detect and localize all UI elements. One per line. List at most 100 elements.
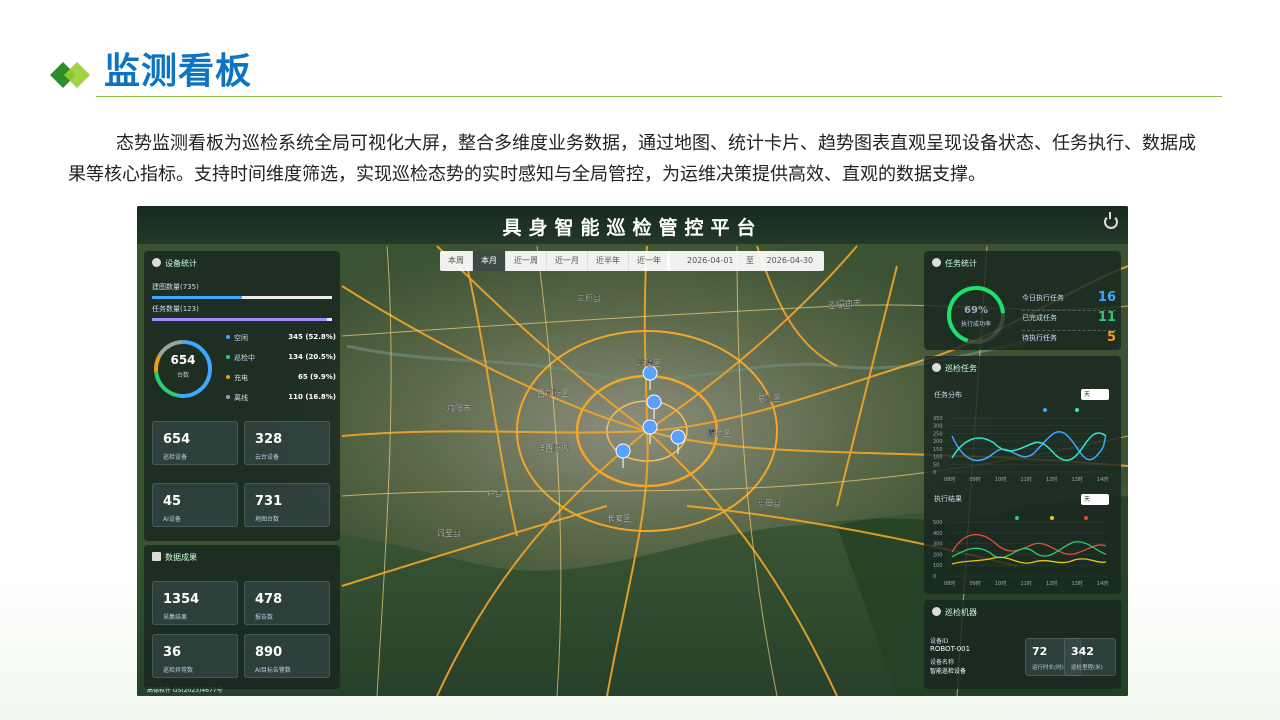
y-tick-label: 300 bbox=[933, 542, 943, 548]
filter-last-week[interactable]: 近一周 bbox=[506, 251, 547, 271]
x-tick-label: 11时 bbox=[1021, 476, 1032, 483]
dashboard-header: 具身智能巡检管控平台 bbox=[137, 206, 1128, 244]
svg-text:长安区: 长安区 bbox=[607, 513, 631, 523]
robot-name-label: 设备名称 bbox=[930, 659, 955, 666]
y-tick-label: 50 bbox=[933, 462, 939, 468]
donut-segment-0 bbox=[177, 340, 212, 398]
legend-idle: 空闲 345 (52.8%) bbox=[226, 333, 336, 343]
stat-card-anomalies[interactable]: 36 巡检异常数 bbox=[152, 634, 238, 678]
map-count-bar bbox=[152, 296, 332, 299]
task-panel-title: 任务统计 bbox=[932, 258, 977, 269]
task-row-today: 今日执行任务 16 bbox=[1022, 290, 1116, 311]
robot-panel-title: 巡检机器 bbox=[932, 607, 977, 618]
chart2-period-select[interactable]: 天 bbox=[1081, 494, 1109, 505]
stat-card-ai-devices[interactable]: 45 AI设备 bbox=[152, 483, 238, 527]
power-icon[interactable] bbox=[1104, 212, 1118, 229]
svg-text:蓝田县: 蓝田县 bbox=[757, 498, 781, 508]
legend-inspecting: 巡检中 134 (20.5%) bbox=[226, 353, 336, 363]
robot-info-panel: 巡检机器 设备ID ROBOT-001 设备名称 智能巡检设备 72 运行时长(时… bbox=[924, 600, 1121, 689]
location-pin-icon bbox=[932, 363, 941, 372]
y-tick-label: 100 bbox=[933, 563, 943, 569]
filter-last-year[interactable]: 近一年 bbox=[629, 251, 670, 271]
data-panel-title: 数据成果 bbox=[152, 552, 197, 563]
y-tick-label: 0 bbox=[933, 574, 936, 580]
date-separator: 至 bbox=[746, 256, 755, 265]
dashboard-screenshot: 泾阳县 三原县 高陵区 西咸新区 咸阳市 户县 长安区 蓝田县 临潼区 渭南市 … bbox=[137, 206, 1128, 696]
logo-diamond-icon bbox=[50, 62, 90, 88]
dashboard-title: 具身智能巡检管控平台 bbox=[502, 217, 763, 239]
x-tick-label: 08时 bbox=[944, 476, 955, 483]
device-status-ring bbox=[154, 340, 212, 398]
date-end: 2026-04-30 bbox=[766, 256, 814, 265]
x-tick-label: 14时 bbox=[1097, 580, 1108, 587]
task-count-bar bbox=[152, 318, 332, 321]
task-row-completed: 已完成任务 11 bbox=[1022, 310, 1116, 331]
success-rate-label: 执行成功率 bbox=[960, 321, 991, 328]
svg-text:周至县: 周至县 bbox=[437, 529, 461, 538]
robot-id-value: ROBOT-001 bbox=[930, 645, 971, 653]
chart2-title: 执行结果 bbox=[934, 495, 962, 503]
date-range-picker[interactable]: 2026-04-01 至 2026-04-30 bbox=[667, 251, 824, 271]
execution-result-chart: 500 400 300 200 100 0 08时 09时 10时 11时 12时 13时 14时 bbox=[933, 516, 1108, 587]
x-tick-label: 10时 bbox=[995, 476, 1006, 483]
x-tick-label: 09时 bbox=[970, 476, 981, 483]
stat-card-collected[interactable]: 1354 采集结果 bbox=[152, 581, 238, 625]
x-tick-label: 11时 bbox=[1021, 580, 1032, 587]
stat-card-mileage[interactable]: 342 巡检里程(米) bbox=[1064, 638, 1116, 676]
svg-text:三原县: 三原县 bbox=[577, 294, 601, 303]
trend-panel-title: 巡检任务 bbox=[932, 363, 977, 374]
task-row-pending: 待执行任务 5 bbox=[1022, 330, 1116, 345]
clipboard-icon bbox=[152, 552, 161, 561]
stat-card-ai-alerts[interactable]: 890 AI目标告警数 bbox=[244, 634, 330, 678]
x-tick-label: 09时 bbox=[970, 580, 981, 587]
chart1-title: 任务分布 bbox=[934, 391, 962, 399]
y-tick-label: 150 bbox=[933, 447, 943, 453]
svg-text:西咸新区: 西咸新区 bbox=[537, 388, 569, 398]
title-divider bbox=[96, 96, 1222, 97]
stat-card-inspection-devices[interactable]: 654 巡检设备 bbox=[152, 421, 238, 465]
map-count-label: 建图数量(735) bbox=[152, 283, 199, 291]
y-tick-label: 400 bbox=[933, 531, 943, 537]
svg-text:临潼区: 临潼区 bbox=[757, 393, 781, 403]
x-tick-label: 12时 bbox=[1046, 580, 1057, 587]
chart1-period-select[interactable]: 天 bbox=[1081, 389, 1109, 400]
stat-card-ptz-devices[interactable]: 328 云台设备 bbox=[244, 421, 330, 465]
device-total-label: 台数 bbox=[176, 372, 189, 379]
device-panel-title: 设备统计 bbox=[152, 258, 197, 269]
stat-card-reports[interactable]: 478 报告数 bbox=[244, 581, 330, 625]
location-pin-icon bbox=[932, 258, 941, 267]
y-tick-label: 0 bbox=[933, 470, 936, 476]
task-count-label: 任务数量(123) bbox=[152, 305, 199, 313]
y-tick-label: 200 bbox=[933, 552, 943, 558]
page-title: 监测看板 bbox=[104, 51, 253, 92]
svg-text:咸阳市: 咸阳市 bbox=[447, 403, 471, 413]
svg-text:高陵区: 高陵区 bbox=[637, 358, 661, 368]
legend-offline: 离线 110 (16.8%) bbox=[226, 393, 336, 403]
y-tick-label: 350 bbox=[933, 416, 943, 422]
svg-text:渭南市: 渭南市 bbox=[837, 298, 861, 308]
date-start: 2026-04-01 bbox=[687, 256, 734, 265]
robot-name-value: 智能巡检设备 bbox=[930, 668, 967, 675]
svg-text:沣西新城: 沣西新城 bbox=[537, 443, 569, 453]
x-tick-label: 14时 bbox=[1097, 476, 1108, 483]
filter-half-year[interactable]: 近半年 bbox=[588, 251, 629, 271]
time-filter: 本周 本月 近一周 近一月 近半年 近一年 bbox=[440, 251, 670, 271]
pie-chart-icon bbox=[152, 258, 161, 267]
location-pin-icon bbox=[932, 607, 941, 616]
x-tick-label: 13时 bbox=[1072, 580, 1083, 587]
intro-paragraph: 态势监测看板为巡检系统全局可视化大屏，整合多维度业务数据，通过地图、统计卡片、趋… bbox=[68, 133, 1196, 185]
x-tick-label: 13时 bbox=[1072, 476, 1083, 483]
task-stats-panel: 任务统计 69% 执行成功率 今日执行任务 16 已完成任务 11 待执行任务 5 bbox=[924, 251, 1121, 350]
y-tick-label: 500 bbox=[933, 520, 943, 526]
robot-id-label: 设备ID bbox=[930, 638, 949, 645]
svg-text:户县: 户县 bbox=[487, 488, 503, 498]
data-results-panel: 数据成果 1354 采集结果 478 报告数 36 巡检异常数 890 AI目标告警数 bbox=[144, 545, 340, 689]
filter-this-month[interactable]: 本月 bbox=[473, 251, 506, 271]
filter-last-month[interactable]: 近一月 bbox=[547, 251, 588, 271]
svg-text:灞桥区: 灞桥区 bbox=[707, 428, 731, 438]
legend-charging: 充电 65 (9.9%) bbox=[226, 373, 336, 383]
stat-card-map-count[interactable]: 731 地图台数 bbox=[244, 483, 330, 527]
y-tick-label: 250 bbox=[933, 431, 943, 437]
success-rate-value: 69% bbox=[964, 305, 988, 316]
filter-this-week[interactable]: 本周 bbox=[440, 251, 473, 271]
